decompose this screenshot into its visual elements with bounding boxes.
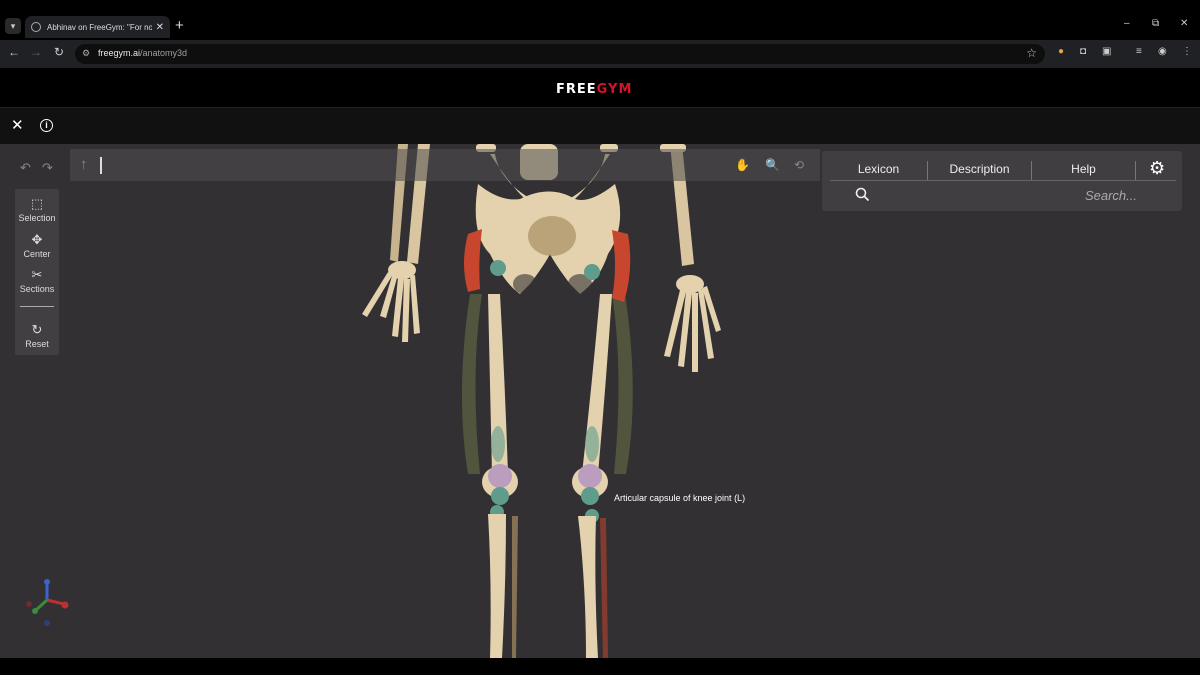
undo-icon[interactable]: ↶	[20, 160, 31, 176]
app-header: FREEGYM	[0, 68, 1200, 108]
skeleton-model[interactable]	[0, 144, 1200, 658]
profile-avatar-icon[interactable]: ◉	[1158, 46, 1167, 57]
bookmark-star-icon[interactable]: ☆	[1026, 46, 1037, 60]
tab-lexicon[interactable]: Lexicon	[830, 161, 927, 181]
pan-hand-icon[interactable]: ✋	[735, 158, 750, 172]
text-cursor	[100, 157, 102, 174]
camera-extension-icon[interactable]: ◘	[1080, 46, 1086, 57]
tab-favicon-icon	[31, 22, 41, 32]
sections-tool[interactable]: ✂ Sections	[15, 267, 59, 294]
hover-structure-label: Articular capsule of knee joint (L)	[614, 493, 746, 503]
center-tool[interactable]: ✥ Center	[15, 232, 59, 259]
center-icon: ✥	[31, 232, 43, 247]
up-arrow-icon[interactable]: ↑	[80, 156, 88, 173]
bottom-bar	[0, 658, 1200, 675]
extension-icon[interactable]: ●	[1058, 46, 1064, 57]
viewer-top-toolbar: ↑ ✋ 🔍 ⟲	[70, 149, 820, 181]
search-input[interactable]	[882, 185, 1137, 205]
orientation-axes-icon[interactable]	[22, 578, 72, 628]
tab-search-button[interactable]: ▾	[5, 18, 21, 34]
reset-tool[interactable]: ↻ Reset	[15, 322, 59, 349]
tab-separator	[1135, 161, 1136, 180]
forward-icon[interactable]: →	[29, 45, 43, 59]
restore-button[interactable]: ⧉	[1152, 18, 1159, 29]
reload-icon[interactable]: ↻	[52, 45, 66, 59]
redo-icon[interactable]: ↷	[42, 160, 53, 176]
center-label: Center	[23, 249, 51, 259]
viewer-tools-panel: ⬚ Selection ✥ Center ✂ Sections ↻ Reset	[15, 189, 59, 355]
info-panel: Lexicon Description Help ⚙	[822, 151, 1182, 211]
sections-icon: ✂	[31, 267, 43, 282]
close-viewer-button[interactable]: ✕	[11, 118, 24, 133]
anatomy-3d-viewport[interactable]: ↶ ↷ ↑ ✋ 🔍 ⟲ ⬚ Selection ✥ Center ✂ Secti…	[0, 144, 1200, 658]
tab-description[interactable]: Description	[928, 161, 1031, 181]
reset-label: Reset	[25, 339, 49, 349]
selection-icon: ⬚	[30, 196, 44, 211]
selection-label: Selection	[18, 213, 56, 223]
address-bar[interactable]: ⚙ freegym.ai/anatomy3d ☆	[75, 44, 1045, 64]
minimize-button[interactable]: –	[1124, 18, 1130, 29]
tab-title: Abhinav on FreeGym: "For now	[47, 22, 152, 32]
tab-underline	[830, 180, 1176, 181]
media-control-icon[interactable]: ≡	[1136, 46, 1142, 57]
browser-toolbar: ← → ↻ ⚙ freegym.ai/anatomy3d ☆ ● ◘ ▣ ≡ ◉…	[0, 40, 1200, 68]
window-close-button[interactable]: ✕	[1180, 18, 1188, 29]
back-icon[interactable]: ←	[7, 45, 21, 59]
zoom-icon[interactable]: 🔍	[765, 158, 780, 172]
new-tab-button[interactable]: +	[175, 17, 184, 35]
info-button[interactable]: i	[40, 119, 53, 132]
freegym-logo[interactable]: FREEGYM	[556, 82, 632, 97]
browser-tab[interactable]: Abhinav on FreeGym: "For now ✕	[25, 16, 170, 38]
reset-icon: ↻	[31, 322, 43, 337]
tab-close-button[interactable]: ✕	[156, 22, 164, 33]
url-text: freegym.ai/anatomy3d	[98, 48, 188, 58]
extensions-puzzle-icon[interactable]: ▣	[1102, 46, 1111, 57]
search-icon[interactable]	[855, 187, 870, 202]
history-tools: ↶ ↷	[14, 156, 60, 182]
viewer-subbar: ✕ i	[0, 108, 1200, 144]
tools-divider	[20, 306, 54, 307]
settings-gear-icon[interactable]: ⚙	[1149, 158, 1165, 179]
browser-tabstrip: ▾ Abhinav on FreeGym: "For now ✕ + – ⧉ ✕	[0, 0, 1200, 40]
site-info-icon[interactable]: ⚙	[82, 48, 90, 59]
sections-label: Sections	[19, 284, 55, 294]
rotate-icon[interactable]: ⟲	[794, 158, 804, 172]
selection-tool[interactable]: ⬚ Selection	[15, 196, 59, 223]
tab-help[interactable]: Help	[1032, 161, 1135, 181]
browser-menu-icon[interactable]: ⋮	[1182, 46, 1192, 57]
